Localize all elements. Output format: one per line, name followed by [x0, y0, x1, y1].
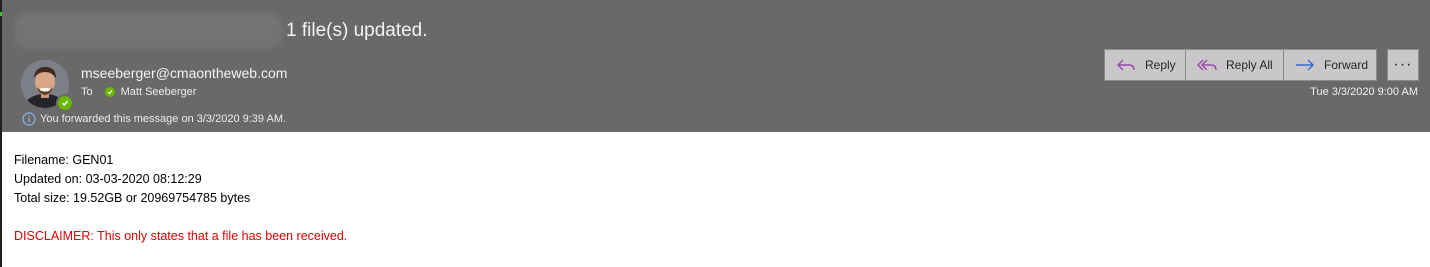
recipient-name[interactable]: Matt Seeberger — [121, 86, 197, 98]
forward-button[interactable]: Forward — [1284, 49, 1377, 81]
sender-address[interactable]: mseeberger@cmaontheweb.com — [81, 65, 287, 81]
reply-button[interactable]: Reply — [1104, 49, 1186, 81]
presence-available-icon — [56, 94, 74, 112]
edge-indicator — [0, 12, 2, 16]
reply-icon — [1117, 59, 1135, 71]
reply-all-button[interactable]: Reply All — [1186, 49, 1284, 81]
message-header: 1 file(s) updated. mseeberger@cmaonthewe… — [0, 0, 1430, 132]
window-left-edge — [0, 0, 2, 267]
redacted-region — [14, 12, 282, 50]
forward-info-bar: You forwarded this message on 3/3/2020 9… — [22, 112, 286, 126]
to-label: To — [81, 86, 93, 98]
forward-info-text: You forwarded this message on 3/3/2020 9… — [40, 113, 287, 125]
message-date: Tue 3/3/2020 9:00 AM — [1310, 86, 1418, 98]
message-body: Filename: GEN01 Updated on: 03-03-2020 0… — [14, 151, 347, 246]
info-icon — [22, 112, 36, 126]
reply-label: Reply — [1145, 58, 1176, 72]
updated-line: Updated on: 03-03-2020 08:12:29 — [14, 172, 202, 186]
size-line: Total size: 19.52GB or 20969754785 bytes — [14, 191, 251, 205]
more-actions-button[interactable]: ··· — [1387, 49, 1419, 81]
forward-arrow-icon — [1296, 59, 1314, 71]
message-actions: Reply Reply All Forward — [1104, 49, 1377, 81]
reply-all-icon — [1197, 59, 1217, 71]
disclaimer-text: DISCLAIMER: This only states that a file… — [14, 229, 348, 243]
filename-line: Filename: GEN01 — [14, 153, 114, 167]
reply-all-label: Reply All — [1226, 58, 1273, 72]
forward-label: Forward — [1324, 58, 1369, 72]
recipients-line: To Matt Seeberger — [81, 86, 196, 98]
recipient-presence-icon — [104, 87, 115, 97]
more-icon: ··· — [1393, 56, 1413, 73]
message-subject: 1 file(s) updated. — [286, 20, 428, 41]
